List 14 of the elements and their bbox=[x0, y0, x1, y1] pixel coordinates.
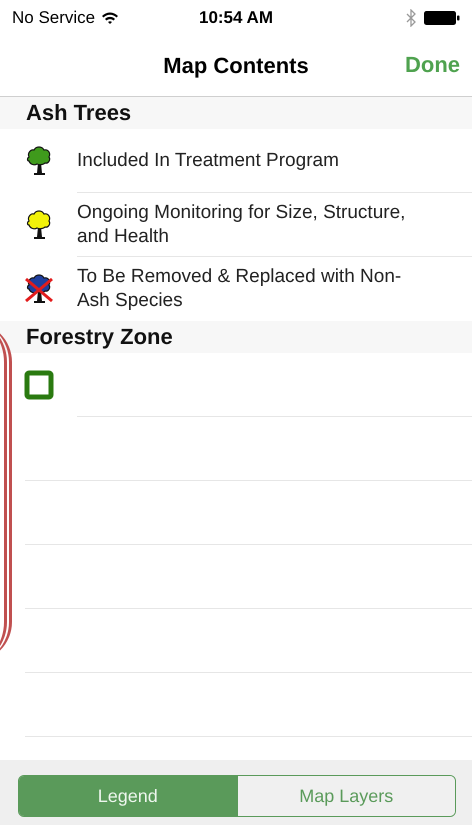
bluetooth-icon bbox=[406, 9, 416, 27]
clock-time: 10:54 AM bbox=[198, 8, 273, 27]
battery-icon bbox=[424, 11, 460, 25]
done-button[interactable]: Done bbox=[405, 50, 460, 80]
screen-title: Map Contents bbox=[163, 53, 309, 79]
wifi-icon bbox=[101, 11, 120, 25]
legend-label: Included In Treatment Program bbox=[77, 148, 339, 172]
legend-label: To Be Removed & Replaced with Non-Ash Species bbox=[77, 265, 402, 313]
carrier-text: No Service bbox=[12, 8, 96, 28]
segment-tab[interactable]: Map Layers bbox=[236, 776, 455, 816]
segment-tab[interactable]: Legend bbox=[19, 776, 236, 816]
legend-label: Ongoing Monitoring for Size, Structure, and Health bbox=[77, 200, 406, 248]
section-header: Forestry Zone bbox=[26, 324, 173, 350]
section-header: Ash Trees bbox=[26, 100, 132, 126]
